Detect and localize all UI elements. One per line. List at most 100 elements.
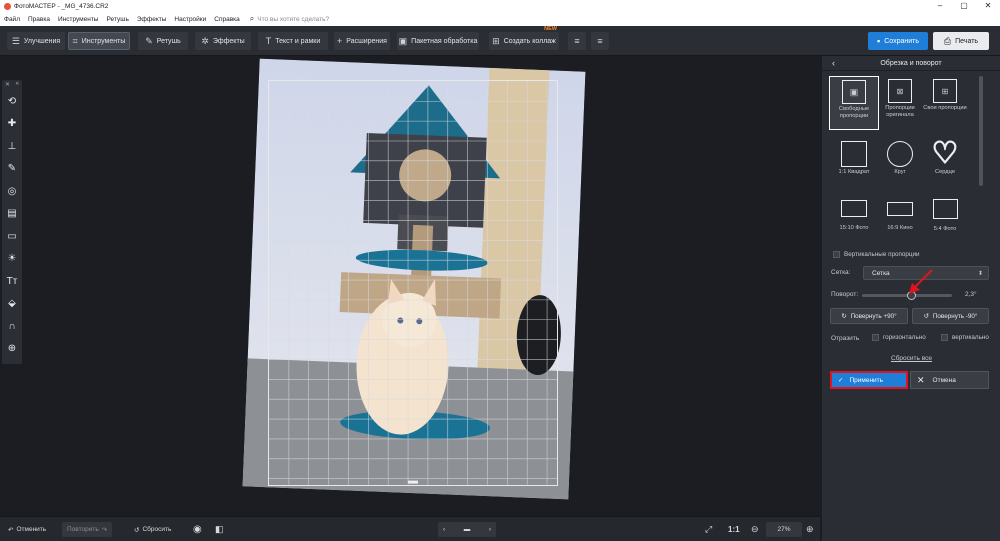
actual-size-button[interactable]: 1:1 — [728, 522, 740, 537]
tab-label: Текст и рамки — [275, 37, 321, 45]
tab-effects[interactable]: ✲ Эффекты — [195, 32, 251, 50]
text-tool-icon[interactable]: Tт — [2, 270, 22, 293]
apply-button[interactable]: ✓ Применить — [830, 371, 908, 389]
eye-icon[interactable]: ◉ — [193, 522, 202, 537]
rotation-value: 2,3° — [965, 291, 977, 298]
original-ratio-icon: ⊠ — [888, 79, 912, 103]
search-icon[interactable]: ⌕ — [250, 14, 254, 24]
preset-label: Пропорции оригинала — [885, 105, 915, 118]
preset-heart[interactable]: ♡ Сердце — [920, 137, 970, 192]
tab-text-frames[interactable]: T Текст и рамки — [258, 32, 328, 50]
preset-custom[interactable]: ⊞ Свои пропорции — [920, 76, 970, 130]
folder-icon[interactable]: ▬ — [464, 526, 471, 533]
rotate-plus-90-button[interactable]: ↻ Повернуть +90° — [830, 308, 908, 324]
minimize-icon[interactable]: – — [928, 0, 952, 12]
cancel-label: Отмена — [932, 376, 956, 384]
preset-5-4[interactable]: 5:4 Фото — [920, 194, 970, 248]
grid-select-value: Сетка — [872, 269, 890, 277]
compare-split-icon[interactable]: ◧ — [215, 522, 224, 537]
rect-16-9-icon — [887, 202, 913, 216]
reset-all-link[interactable]: Сбросить все — [891, 355, 932, 362]
circle-icon — [887, 141, 913, 167]
create-collage-button[interactable]: ⊞ Создать коллаж — [489, 26, 559, 50]
light-icon[interactable]: ☀ — [2, 248, 22, 271]
back-arrow-icon[interactable]: ‹ — [832, 58, 835, 68]
collapse-icon[interactable]: « — [16, 81, 19, 89]
preset-15-10[interactable]: 15:10 Фото — [829, 194, 879, 248]
brush-icon: ✎ — [145, 35, 153, 46]
crop-grid[interactable] — [268, 80, 558, 486]
tab-extensions[interactable]: + Расширения — [334, 32, 390, 50]
patch-icon[interactable]: ✚ — [2, 113, 22, 136]
rotate-crop-icon[interactable]: ⟲ — [2, 90, 22, 113]
close-icon[interactable]: ✕ — [5, 81, 10, 89]
flip-horizontal-checkbox[interactable]: горизонтально — [872, 334, 926, 341]
zoom-out-icon[interactable]: ⊖ — [751, 522, 759, 537]
menu-tools[interactable]: Инструменты — [54, 16, 103, 23]
checkbox-box — [833, 251, 840, 258]
print-label: Печать — [955, 37, 979, 45]
globe-icon[interactable]: ⊕ — [2, 338, 22, 361]
prev-icon[interactable]: ‹ — [443, 526, 445, 533]
cancel-button[interactable]: ✕ Отмена — [910, 371, 989, 389]
batch-label: Пакетная обработка — [411, 37, 478, 45]
next-icon[interactable]: › — [489, 526, 491, 533]
undo-icon: ↶ — [8, 526, 14, 534]
batch-processing-button[interactable]: ▣ Пакетная обработка — [397, 32, 479, 50]
menu-retouch[interactable]: Ретушь — [102, 16, 132, 23]
fill-icon[interactable]: ⬙ — [2, 293, 22, 316]
chevron-updown-icon: ⬍ — [977, 270, 983, 277]
gradient-icon[interactable]: ▤ — [2, 203, 22, 226]
vertical-proportions-checkbox[interactable]: Вертикальные пропорции — [833, 251, 920, 258]
history-icon[interactable]: ≡ — [591, 32, 609, 50]
magnet-icon[interactable]: ∩ — [2, 315, 22, 338]
menu-file[interactable]: Файл — [0, 16, 24, 23]
tab-label: Эффекты — [212, 37, 245, 45]
floppy-icon: ▪ — [877, 36, 881, 46]
preset-label: 15:10 Фото — [839, 225, 869, 231]
radial-icon[interactable]: ◎ — [2, 180, 22, 203]
undo-button[interactable]: ↶ Отменить — [8, 522, 46, 537]
vignette-icon[interactable]: ▭ — [2, 225, 22, 248]
window-title: ФотоМАСТЕР - _MG_4736.CR2 — [14, 2, 109, 10]
menu-help[interactable]: Справка — [210, 16, 244, 23]
zoom-level[interactable]: 27% — [766, 522, 802, 537]
reset-label: Сбросить — [142, 526, 172, 533]
reset-icon: ↺ — [134, 526, 140, 534]
preset-circle[interactable]: Круг — [875, 138, 925, 192]
reset-button[interactable]: ↺ Сбросить — [134, 522, 171, 537]
zoom-in-icon[interactable]: ⊕ — [806, 522, 814, 537]
text-icon: T — [265, 36, 272, 46]
fit-screen-icon[interactable]: ⤢ — [705, 522, 712, 537]
tab-retouch[interactable]: ✎ Ретушь — [138, 32, 188, 50]
tab-tools[interactable]: ⌗ Инструменты — [68, 32, 130, 50]
menu-edit[interactable]: Правка — [24, 16, 54, 23]
preset-square[interactable]: 1:1 Квадрат — [829, 138, 879, 192]
redo-button[interactable]: Повторить ↷ — [62, 522, 113, 537]
tab-label: Ретушь — [156, 37, 181, 45]
checkbox-box — [872, 334, 879, 341]
preset-16-9[interactable]: 16:9 Кино — [875, 194, 925, 248]
stamp-icon[interactable]: ⊥ — [2, 135, 22, 158]
save-button[interactable]: ▪ Сохранить — [868, 32, 928, 50]
brush-icon[interactable]: ✎ — [2, 158, 22, 181]
custom-ratio-icon: ⊞ — [933, 79, 957, 103]
maximize-icon[interactable]: ▢ — [952, 0, 976, 12]
menu-effects[interactable]: Эффекты — [133, 16, 171, 23]
close-icon[interactable]: ✕ — [976, 0, 1000, 12]
menu-settings[interactable]: Настройки — [170, 16, 210, 23]
preset-free[interactable]: ▣ Свободные пропорции — [829, 76, 879, 130]
main-toolbar: ☰ Улучшения ⌗ Инструменты ✎ Ретушь ✲ Эффекты… — [0, 26, 1000, 56]
rotate-minus-90-button[interactable]: ↺ Повернуть -90° — [912, 308, 989, 324]
x-icon: ✕ — [917, 374, 925, 385]
print-button[interactable]: ⎙ Печать — [933, 32, 989, 50]
compare-icon[interactable]: ≡ — [568, 32, 586, 50]
flip-vertical-checkbox[interactable]: вертикально — [941, 334, 989, 341]
panel-scrollbar[interactable] — [979, 76, 983, 186]
panel-header: ‹ Обрезка и поворот — [822, 56, 1000, 71]
tab-enhance[interactable]: ☰ Улучшения — [7, 32, 65, 50]
app-logo-icon — [4, 2, 11, 10]
check-icon: ✓ — [838, 377, 844, 384]
preset-original[interactable]: ⊠ Пропорции оригинала — [875, 76, 925, 130]
search-input[interactable]: Что вы хотите сделать? — [257, 16, 329, 23]
